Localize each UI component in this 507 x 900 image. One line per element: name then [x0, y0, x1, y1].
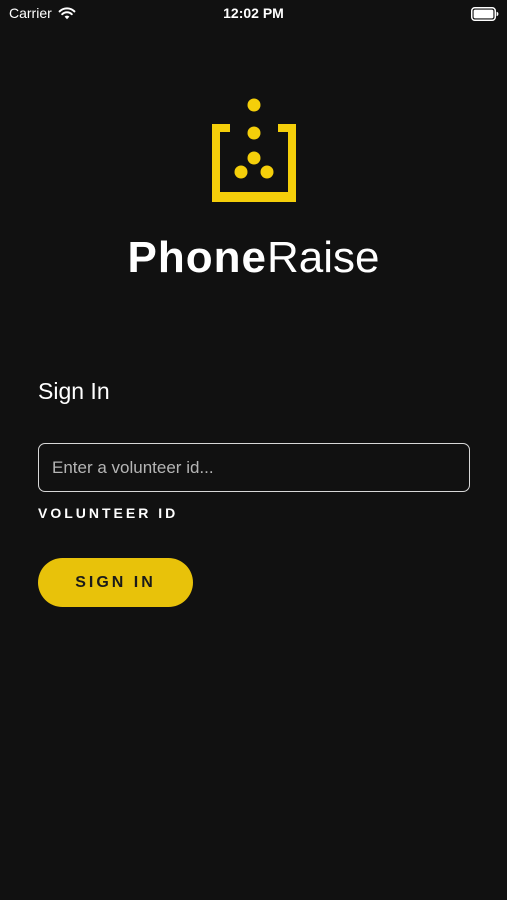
status-bar: Carrier 12:02 PM: [0, 0, 507, 28]
sign-in-heading: Sign In: [38, 378, 110, 404]
brand-name-light: Raise: [266, 233, 380, 282]
sign-in-button[interactable]: SIGN IN: [38, 558, 193, 607]
brand-name-bold: Phone: [127, 233, 267, 282]
phoneraise-logo-icon: [212, 98, 296, 202]
brand-wordmark: PhoneRaise: [0, 230, 507, 286]
volunteer-id-input[interactable]: [38, 443, 470, 492]
volunteer-id-label: VOLUNTEER ID: [38, 505, 179, 521]
battery-full-icon: [471, 7, 499, 21]
status-time: 12:02 PM: [223, 5, 284, 21]
